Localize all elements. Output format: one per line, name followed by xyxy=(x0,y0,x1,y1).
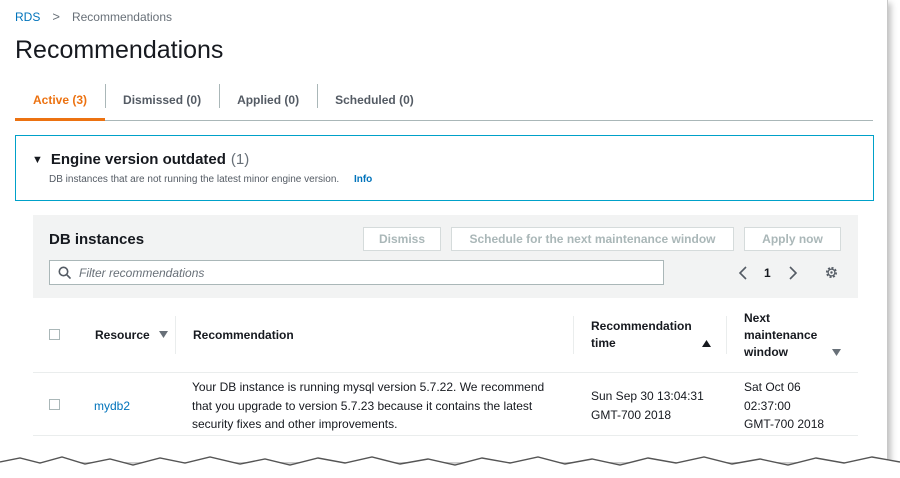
tab-dismissed[interactable]: Dismissed (0) xyxy=(105,80,219,120)
maintenance-header-line3: window xyxy=(744,345,788,359)
search-icon xyxy=(58,266,71,279)
row-checkbox[interactable] xyxy=(49,399,60,410)
previous-page-icon[interactable] xyxy=(738,266,748,280)
page-number[interactable]: 1 xyxy=(764,266,771,280)
tab-applied[interactable]: Applied (0) xyxy=(219,80,317,120)
sort-down-icon[interactable] xyxy=(832,349,841,357)
sort-up-icon[interactable] xyxy=(702,340,711,348)
recommendation-cell: Your DB instance is running mysql versio… xyxy=(192,378,544,434)
resource-header[interactable]: Resource xyxy=(95,327,169,344)
search-box[interactable] xyxy=(49,260,664,285)
chevron-right-icon: > xyxy=(52,9,60,24)
recommendation-time-header-line2: time xyxy=(591,336,616,350)
gear-icon[interactable] xyxy=(824,265,839,280)
recommendation-line: security fixes and other improvements. xyxy=(192,417,398,431)
maintenance-header-line2: maintenance xyxy=(744,328,818,342)
panel-header[interactable]: ▼ Engine version outdated (1) xyxy=(32,151,249,168)
recommendation-time-cell: Sun Sep 30 13:04:31 GMT-700 2018 xyxy=(591,387,704,424)
breadcrumb-current: Recommendations xyxy=(71,9,172,24)
panel-description: DB instances that are not running the la… xyxy=(49,174,340,185)
row-divider xyxy=(33,435,858,436)
panel-title: Engine version outdated xyxy=(50,151,226,168)
page-title: Recommendations xyxy=(15,36,224,64)
table: Resource Recommendation Recommendation t… xyxy=(33,298,858,437)
panel-count: (1) xyxy=(230,151,250,168)
recommendation-line: Your DB instance is running mysql versio… xyxy=(192,380,545,394)
dismiss-button[interactable]: Dismiss xyxy=(363,227,441,251)
header-divider xyxy=(33,372,858,373)
recommendation-panel: ▼ Engine version outdated (1) DB instanc… xyxy=(15,135,874,201)
next-page-icon[interactable] xyxy=(788,266,798,280)
column-divider xyxy=(175,316,176,354)
window-line: GMT-700 2018 xyxy=(744,417,825,431)
column-divider xyxy=(573,316,574,354)
db-instances-container: DB instances Dismiss Schedule for the ne… xyxy=(33,215,858,437)
torn-edge-decoration xyxy=(0,456,900,478)
maintenance-window-cell: Sat Oct 06 02:37:00 GMT-700 2018 xyxy=(744,378,824,434)
time-line: GMT-700 2018 xyxy=(591,407,672,422)
column-divider xyxy=(726,316,727,354)
tab-bar: Active (3) Dismissed (0) Applied (0) Sch… xyxy=(15,80,873,121)
maintenance-header-line1: Next xyxy=(744,311,771,325)
breadcrumb: RDS > Recommendations xyxy=(15,9,172,24)
resource-link[interactable]: mydb2 xyxy=(94,397,130,416)
console-window: RDS > Recommendations Recommendations Ac… xyxy=(0,0,888,462)
info-link[interactable]: Info xyxy=(354,174,372,185)
breadcrumb-rds-link[interactable]: RDS xyxy=(15,10,40,24)
recommendation-time-header[interactable]: Recommendation time xyxy=(591,318,692,352)
caret-down-icon[interactable]: ▼ xyxy=(32,154,43,166)
db-instances-title: DB instances xyxy=(49,231,145,248)
panel-description-row: DB instances that are not running the la… xyxy=(49,174,372,185)
select-all-checkbox[interactable] xyxy=(49,329,60,340)
recommendation-time-header-line1: Recommendation xyxy=(591,319,692,333)
recommendation-line: that you upgrade to version 5.7.23 becau… xyxy=(192,398,533,413)
resource-header-label: Resource xyxy=(95,328,150,342)
sort-down-icon[interactable] xyxy=(159,331,169,339)
window-line: 02:37:00 xyxy=(744,398,791,413)
window-line: Sat Oct 06 xyxy=(744,380,801,394)
time-line: Sun Sep 30 13:04:31 xyxy=(591,389,704,403)
recommendation-header[interactable]: Recommendation xyxy=(193,327,294,344)
apply-now-button[interactable]: Apply now xyxy=(744,227,841,251)
schedule-button[interactable]: Schedule for the next maintenance window xyxy=(451,227,734,251)
search-input[interactable] xyxy=(79,265,619,280)
tab-active[interactable]: Active (3) xyxy=(15,80,106,121)
tab-scheduled[interactable]: Scheduled (0) xyxy=(317,80,432,120)
maintenance-window-header[interactable]: Next maintenance window xyxy=(744,310,817,361)
